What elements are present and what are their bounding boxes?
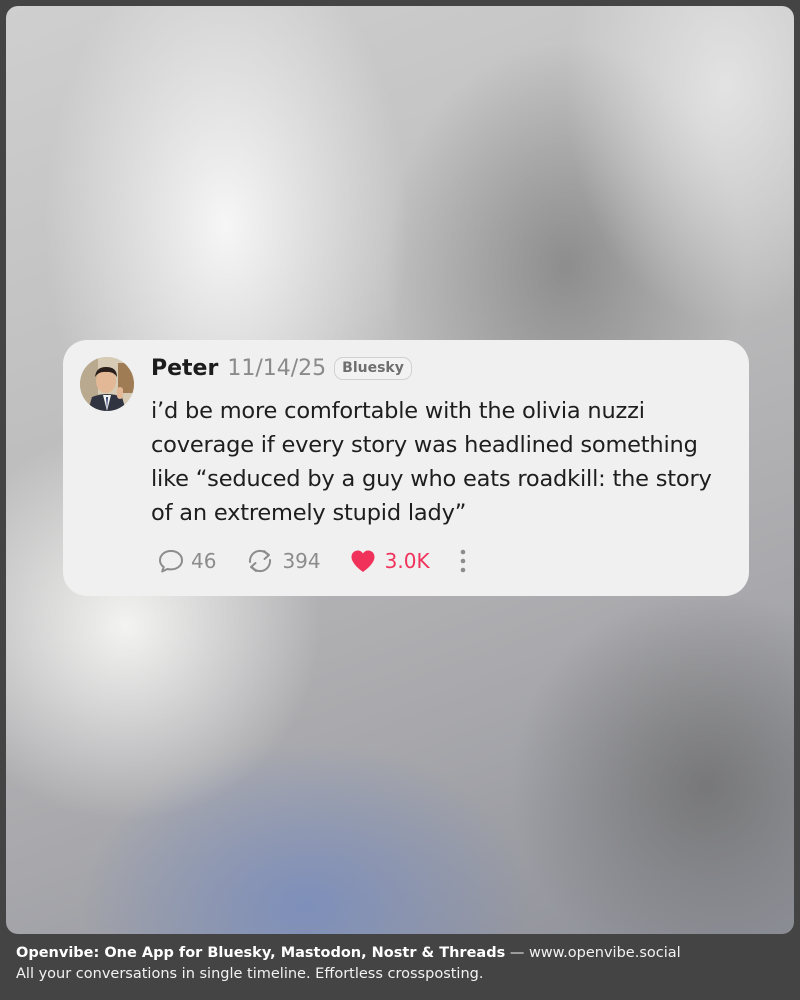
like-button[interactable]: 3.0K	[349, 548, 430, 574]
screenshot-frame: Peter 11/14/25 Bluesky i’d be more comfo…	[0, 0, 800, 1000]
speech-bubble-icon	[157, 548, 191, 574]
reply-button[interactable]: 46	[157, 548, 216, 574]
avatar[interactable]	[80, 357, 134, 411]
reply-count: 46	[191, 549, 217, 573]
post-header: Peter 11/14/25 Bluesky	[151, 356, 412, 381]
like-count: 3.0K	[384, 549, 430, 573]
post-card[interactable]: Peter 11/14/25 Bluesky i’d be more comfo…	[63, 340, 749, 596]
vertical-dots-icon	[458, 547, 468, 575]
footer-line-1: Openvibe: One App for Bluesky, Mastodon,…	[16, 943, 786, 964]
avatar-photo	[80, 357, 134, 411]
footer-headline: Openvibe: One App for Bluesky, Mastodon,…	[16, 945, 506, 961]
post-date[interactable]: 11/14/25	[227, 356, 326, 381]
footer-url[interactable]: www.openvibe.social	[529, 945, 681, 961]
repost-arrows-icon	[244, 547, 282, 575]
heart-icon	[349, 548, 385, 574]
footer-tagline: All your conversations in single timelin…	[16, 966, 484, 982]
post-text: i’d be more comfortable with the olivia …	[151, 398, 712, 526]
author-name[interactable]: Peter	[151, 356, 218, 381]
repost-button[interactable]: 394	[244, 547, 321, 575]
post-actions: 46 394 3.0K	[157, 545, 468, 577]
platform-badge: Bluesky	[334, 357, 412, 380]
repost-count: 394	[282, 549, 321, 573]
blurred-background: Peter 11/14/25 Bluesky i’d be more comfo…	[6, 6, 794, 934]
footer-separator: —	[505, 945, 529, 961]
promo-footer: Openvibe: One App for Bluesky, Mastodon,…	[16, 943, 786, 985]
more-options-button[interactable]	[458, 547, 468, 575]
